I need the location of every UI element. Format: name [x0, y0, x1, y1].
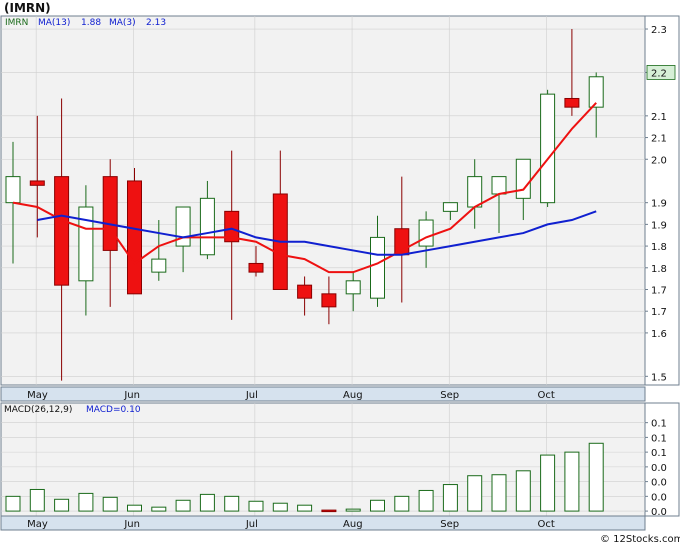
macd-tick-label: 0.0 [651, 507, 667, 518]
candle-body [199, 197, 215, 256]
candle-body [151, 258, 167, 273]
price-tick-label: 1.8 [651, 242, 667, 253]
last-price-label: 2.2 [651, 68, 667, 79]
price-tick-label: 1.5 [651, 372, 667, 383]
macd-bar [175, 499, 191, 512]
macd-bar [564, 451, 580, 512]
macd-bar [29, 488, 45, 512]
price-tick-label: 1.8 [651, 264, 667, 275]
price-tick-label: 1.9 [651, 199, 667, 210]
candle-body [5, 176, 21, 204]
macd-bar [151, 506, 167, 512]
macd-bar [345, 508, 361, 512]
macd-bar [224, 495, 240, 512]
candle-body [467, 176, 483, 208]
candle-body [442, 202, 458, 212]
price-panel: 1.5 1.6 1.7 1.7 1.8 1.8 1.9 1.9 2.0 2.1 2.1 2.2 2.3 2… [0, 15, 680, 402]
macd-bar [442, 484, 458, 512]
price-tick-label: 1.7 [651, 307, 667, 318]
legend-ma13-label: MA(13) [38, 18, 70, 28]
macd-bar [588, 442, 604, 512]
candle-body [54, 176, 70, 286]
macd-tick-label: 0.0 [651, 463, 667, 474]
macd-tick-label: 0.1 [651, 433, 667, 444]
macd-bar [370, 499, 385, 512]
macd-bar [102, 496, 118, 512]
candle-body [370, 236, 385, 299]
legend-ma3-value: 2.13 [146, 18, 166, 28]
candle-body [29, 180, 45, 186]
macd-bar [5, 495, 21, 512]
candle-body [248, 262, 264, 273]
macd-tick-label: 0.0 [651, 478, 667, 489]
macd-bar [491, 474, 507, 512]
price-month-label: Jun [123, 390, 140, 401]
price-tick-label: 1.6 [651, 329, 667, 340]
macd-tick-label: 0.1 [651, 448, 667, 459]
candle-body [540, 93, 556, 204]
macd-tick-label: 0.1 [651, 419, 667, 430]
macd-legend-label: MACD(26,12,9) [4, 405, 72, 415]
watermark: © 12Stocks.com [600, 534, 680, 545]
price-tick-label: 2.1 [651, 112, 667, 123]
candle-body [515, 158, 531, 199]
macd-bar [321, 509, 337, 513]
macd-bar [540, 454, 556, 512]
macd-bar [515, 470, 531, 512]
macd-month-label: Jun [123, 519, 140, 530]
macd-panel: 0.0 0.0 0.0 0.0 0.1 0.1 0.1 May Jun Jul Aug Sep Oct [0, 402, 680, 531]
price-month-label: Jul [245, 390, 258, 401]
macd-month-label: Aug [343, 519, 363, 530]
candle-body [297, 284, 313, 299]
candle-body [175, 206, 191, 247]
candle-body [491, 176, 507, 195]
candle-body [588, 76, 604, 108]
stock-chart: 1.5 1.6 1.7 1.7 1.8 1.8 1.9 1.9 2.0 2.1 2.1 2.2 2.3 2… [0, 0, 680, 546]
price-tick-label: 2.1 [651, 134, 667, 145]
price-month-label: May [27, 390, 48, 401]
candle-body [102, 176, 118, 251]
price-tick-label: 2.0 [651, 155, 667, 166]
macd-bar [272, 502, 288, 512]
macd-month-label: Jul [245, 519, 258, 530]
macd-bar [297, 504, 313, 512]
price-month-label: Oct [537, 390, 554, 401]
macd-month-label: May [27, 519, 48, 530]
price-tick-label: 2.3 [651, 25, 667, 36]
macd-legend-value: MACD=0.10 [86, 405, 141, 415]
price-tick-label: 1.7 [651, 285, 667, 296]
macd-bar [199, 493, 215, 512]
macd-bar [418, 489, 434, 512]
macd-bar [248, 500, 264, 512]
macd-bar [54, 498, 70, 512]
legend-ticker: IMRN [5, 18, 28, 28]
price-tick-label: 1.9 [651, 220, 667, 231]
chart-title: (IMRN) [4, 1, 51, 15]
legend-ma3-label: MA(3) [109, 18, 136, 28]
legend-ma13-value: 1.88 [81, 18, 101, 28]
chart-canvas: 1.5 1.6 1.7 1.7 1.8 1.8 1.9 1.9 2.0 2.1 2.1 2.2 2.3 2… [0, 1, 680, 545]
macd-month-label: Sep [440, 519, 459, 530]
candle-body [564, 97, 580, 108]
macd-bar [127, 504, 142, 512]
macd-bar [467, 475, 483, 512]
price-month-label: Sep [440, 390, 459, 401]
candle-body [345, 280, 361, 295]
candle-body [418, 219, 434, 247]
candle-body [321, 293, 337, 308]
price-month-label: Aug [343, 390, 363, 401]
candle-body [127, 180, 142, 295]
candle-body [78, 206, 94, 282]
macd-tick-label: 0.0 [651, 492, 667, 503]
macd-bar [78, 492, 94, 512]
macd-bar [394, 495, 410, 512]
macd-month-label: Oct [537, 519, 554, 530]
